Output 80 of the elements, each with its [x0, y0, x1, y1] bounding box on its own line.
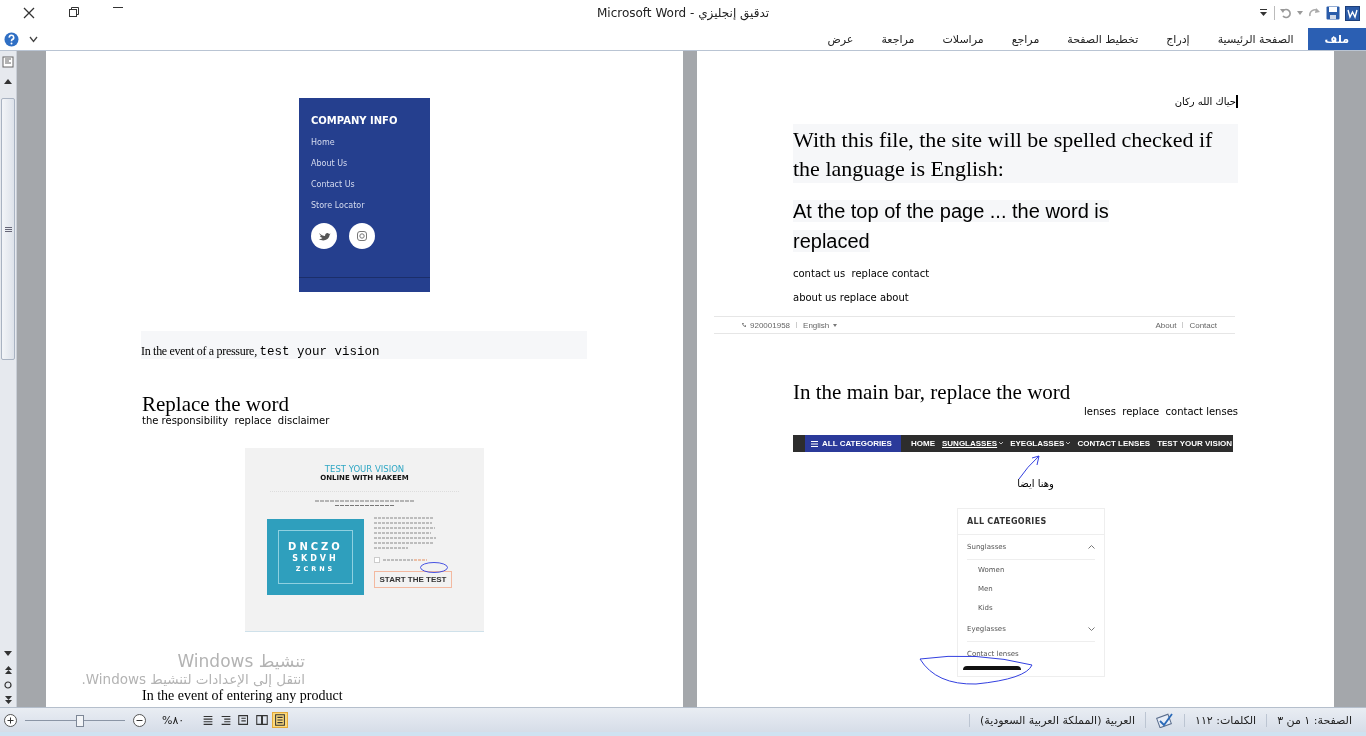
activation-title: تنشيط Windows	[176, 651, 305, 671]
checkbox[interactable]	[374, 557, 380, 563]
next-page-icon[interactable]	[4, 696, 12, 704]
note-text: the responsibility replace disclaimer	[142, 415, 331, 427]
menu-icon	[811, 440, 818, 447]
twitter-bird-icon[interactable]	[311, 223, 337, 249]
nav-link[interactable]: EYEGLASSES	[1010, 439, 1071, 448]
previous-page-icon[interactable]	[4, 666, 12, 674]
language-indicator[interactable]: العربية (المملكة العربية السعودية)	[969, 713, 1146, 727]
ribbon-tab[interactable]: مراسلات	[928, 28, 998, 50]
note-text: contact us replace contact	[793, 268, 931, 280]
caret-icon[interactable]	[833, 323, 838, 327]
ribbon-tab[interactable]: تخطيط الصفحة	[1053, 28, 1153, 50]
zoom-level[interactable]: %٨٠	[162, 713, 185, 727]
fine-print-drawing	[374, 517, 436, 551]
nav-link[interactable]: SUNGLASSES	[942, 439, 1004, 448]
ruler-toggle-icon[interactable]	[2, 56, 14, 68]
ribbon-tab[interactable]: الصفحة الرئيسية	[1203, 28, 1308, 50]
zoom-in-icon[interactable]	[4, 713, 17, 727]
paragraph: At the top of the page ... the word is replaced	[793, 199, 1110, 254]
annotation-text: وهنا ايضا	[1017, 478, 1054, 489]
file-tab[interactable]: ملف	[1307, 28, 1366, 50]
nav-link[interactable]: HOME	[911, 439, 935, 448]
card-title: TEST YOUR VISION	[323, 465, 406, 474]
print-view-button[interactable]	[272, 712, 289, 728]
scroll-down-arrow[interactable]	[4, 651, 12, 656]
heading: In the main bar, replace the word	[793, 381, 1072, 403]
greeting-text: حياك الله ركان	[1174, 96, 1236, 107]
reading-view-button[interactable]	[254, 712, 271, 728]
nav-link[interactable]: CONTACT LENSES	[1077, 439, 1151, 448]
pen-arrow	[1017, 453, 1043, 481]
heading: Replace the word	[142, 393, 289, 415]
word-count[interactable]: الكلمات: ١١٢	[1184, 713, 1267, 727]
help-icon[interactable]	[4, 31, 19, 47]
footer-title: COMPANY INFO	[311, 115, 399, 126]
top-link[interactable]: About	[1155, 320, 1177, 330]
scroll-thumb[interactable]	[1, 98, 15, 360]
categories-title: ALL CATEGORIES	[958, 509, 1104, 535]
window-title: تدقيق إنجليزي - Microsoft Word	[596, 6, 770, 20]
scroll-up-arrow[interactable]	[4, 79, 12, 84]
footer-link[interactable]: Home	[311, 132, 418, 153]
zoom-slider[interactable]	[25, 713, 125, 727]
restore-icon[interactable]	[69, 7, 79, 17]
nav-link[interactable]: TEST YOUR VISION	[1157, 439, 1233, 448]
paragraph: With this file, the site will be spelled checked if the language is English:	[793, 124, 1238, 183]
ribbon-tab[interactable]: مراجعة	[867, 28, 929, 50]
zoom-out-icon[interactable]	[133, 713, 146, 727]
paragraph: In the event of a pressure, test your vision	[141, 331, 587, 359]
start-test-button[interactable]: START THE TEST	[374, 571, 452, 588]
pen-circle	[419, 561, 449, 574]
customize-caret-icon[interactable]	[1259, 7, 1269, 19]
page-count[interactable]: الصفحة: ١ من ٣	[1266, 713, 1362, 727]
word-logo-icon[interactable]	[1345, 5, 1360, 21]
close-icon[interactable]	[23, 7, 35, 19]
ribbon-tab[interactable]: عرض	[813, 28, 868, 50]
note-text: lenses replace contact lenses	[1084, 406, 1238, 417]
collapse-chevron-icon[interactable]	[1088, 545, 1095, 549]
footer-link[interactable]: About Us	[311, 153, 418, 174]
ribbon-tab[interactable]: إدراج	[1152, 28, 1204, 50]
activation-hint: انتقل إلى الإعدادات لتنشيط Windows.	[81, 671, 305, 687]
note-text: about us replace about	[793, 292, 910, 304]
phone-number: 920001958	[750, 320, 791, 330]
paragraph: In the event of entering any product	[142, 688, 343, 704]
phone-icon	[742, 323, 746, 327]
browse-object-icon[interactable]	[4, 681, 12, 689]
categories-menu-button[interactable]: ALL CATEGORIES	[805, 435, 901, 452]
footer-link[interactable]: Store Locator	[311, 195, 418, 216]
undo-icon[interactable]	[1280, 7, 1292, 19]
expand-ribbon-icon[interactable]	[29, 35, 38, 43]
proofing-icon[interactable]	[1156, 712, 1175, 728]
top-link[interactable]: Contact	[1189, 320, 1217, 330]
ribbon-tab[interactable]: مراجع	[997, 28, 1054, 50]
footer-link[interactable]: Contact Us	[311, 174, 418, 195]
minimize-icon[interactable]	[113, 7, 123, 9]
save-icon[interactable]	[1326, 6, 1340, 20]
camera-icon[interactable]	[349, 223, 375, 249]
text-cursor	[1236, 95, 1238, 108]
expand-chevron-icon[interactable]	[1088, 627, 1095, 631]
language-selector[interactable]: English	[803, 320, 830, 330]
caret-icon[interactable]	[1297, 11, 1303, 15]
